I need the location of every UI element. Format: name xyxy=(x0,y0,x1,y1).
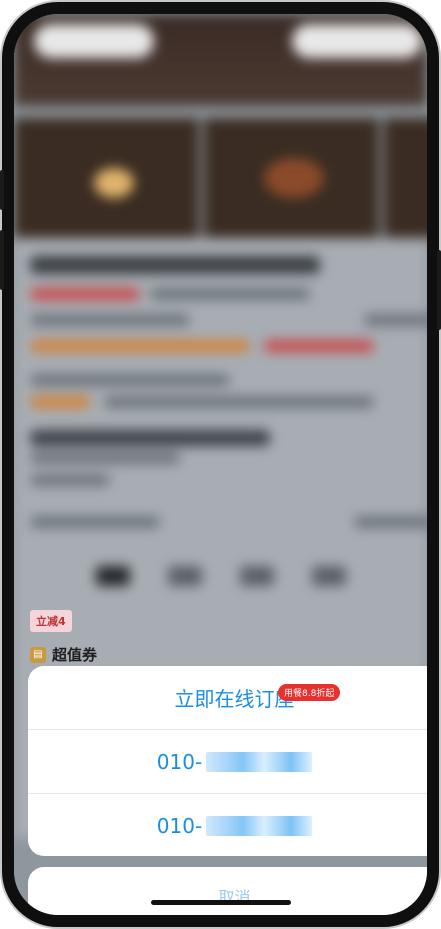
phone-side-button xyxy=(0,230,4,290)
section-title: ▤ 超值券 xyxy=(30,644,97,665)
coupon-icon: ▤ xyxy=(30,646,46,663)
photo-2 xyxy=(204,118,379,238)
phone-side-button xyxy=(0,170,4,210)
phone-number-button-2[interactable]: 010- xyxy=(28,794,427,856)
phone-number-button-1[interactable]: 010- xyxy=(28,730,427,794)
photo-3 xyxy=(384,118,427,238)
promo-tag: 立减4 xyxy=(30,610,72,632)
photo-1 xyxy=(14,118,199,238)
actions-pill xyxy=(292,24,422,58)
masked-phone-digits xyxy=(206,815,313,836)
action-sheet: 立即在线订座 用餐8.8折起 010- 010- xyxy=(28,666,427,856)
phone-side-button xyxy=(437,250,441,330)
phone-frame: 立减4 ▤ 超值券 立即在线订座 用餐8.8折起 010- 010- 取消 xyxy=(2,2,439,927)
app-screen: 立减4 ▤ 超值券 立即在线订座 用餐8.8折起 010- 010- 取消 xyxy=(14,14,427,915)
home-indicator xyxy=(150,900,291,905)
masked-phone-digits xyxy=(206,751,313,772)
back-pill xyxy=(34,24,154,58)
online-booking-button[interactable]: 立即在线订座 用餐8.8折起 xyxy=(28,666,427,730)
cancel-button[interactable]: 取消 xyxy=(28,867,427,915)
background-tabs xyxy=(14,566,427,586)
discount-badge: 用餐8.8折起 xyxy=(278,684,341,701)
